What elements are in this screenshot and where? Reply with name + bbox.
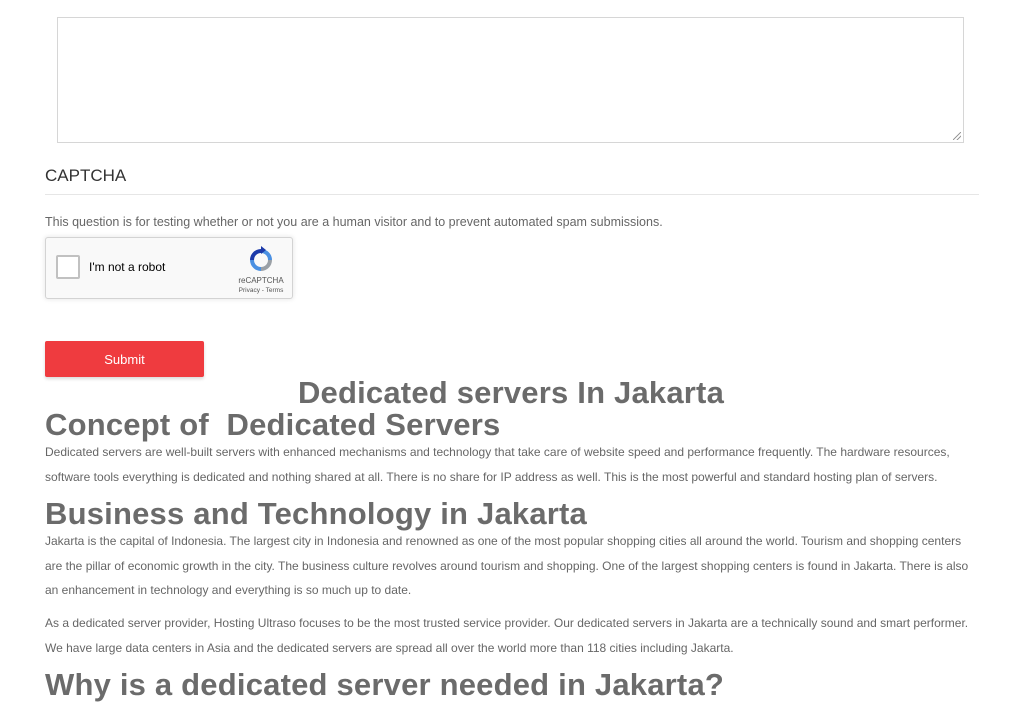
section-heading-concept: Concept of Dedicated Servers: [45, 407, 501, 442]
section-heading-why: Why is a dedicated server needed in Jaka…: [45, 667, 725, 702]
paragraph-business-1: Jakarta is the capital of Indonesia. The…: [45, 534, 969, 597]
paragraph-business-2: As a dedicated server provider, Hosting …: [45, 616, 969, 655]
page-title: Dedicated servers In Jakarta: [297, 375, 725, 410]
section-heading-business: Business and Technology in Jakarta: [45, 496, 587, 531]
recaptcha-brand: reCAPTCHA: [238, 276, 284, 285]
resize-grip-icon[interactable]: [953, 132, 961, 140]
paragraph-concept: Dedicated servers are well-built servers…: [45, 445, 950, 484]
privacy-link[interactable]: Privacy: [239, 287, 260, 294]
captcha-description: This question is for testing whether or …: [45, 215, 663, 229]
message-textarea[interactable]: [57, 17, 964, 143]
recaptcha-icon: [250, 246, 272, 271]
submit-button[interactable]: Submit: [45, 341, 204, 377]
recaptcha-links: Privacy - Terms: [231, 287, 291, 294]
recaptcha-widget: I'm not a robot reCAPTCHA Privacy - Term…: [45, 237, 293, 299]
terms-link[interactable]: Terms: [266, 287, 284, 294]
recaptcha-checkbox[interactable]: [56, 255, 80, 279]
recaptcha-label: I'm not a robot: [89, 260, 166, 274]
captcha-heading: CAPTCHA: [45, 166, 127, 185]
divider: [45, 194, 979, 195]
